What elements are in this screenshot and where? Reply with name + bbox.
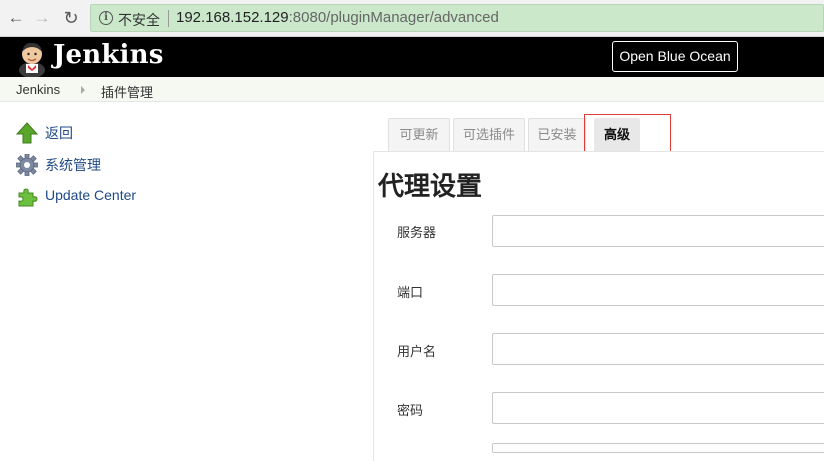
puzzle-piece-icon [18,188,38,207]
tab-updates[interactable]: 可更新 [388,118,450,152]
up-arrow-icon [16,122,38,144]
username-label: 用户名 [397,344,437,359]
port-input[interactable] [492,274,824,306]
proxy-settings-title: 代理设置 [378,171,483,201]
forward-arrow-icon[interactable]: → [30,6,54,30]
url-text[interactable]: 192.168.152.129:8080/pluginManager/advan… [176,9,499,26]
advanced-tab-highlight-box [584,114,671,155]
address-bar[interactable]: i 不安全 192.168.152.129:8080/pluginManager… [90,4,824,32]
breadcrumb-item-jenkins[interactable]: Jenkins [16,82,60,97]
port-label: 端口 [397,285,424,300]
breadcrumb-arrow-icon[interactable] [81,86,85,94]
sidebar-item-label: 系统管理 [45,157,101,173]
breadcrumb: Jenkins 插件管理 [0,77,824,102]
tab-installed[interactable]: 已安装 [528,118,586,152]
tab-available[interactable]: 可选插件 [453,118,525,152]
url-divider [168,10,169,27]
next-field-input[interactable] [492,443,824,453]
jenkins-header: Jenkins Open Blue Ocean [0,37,824,77]
reload-icon[interactable]: ↻ [59,6,83,30]
url-host: 192.168.152.129 [176,9,289,26]
breadcrumb-item-plugin-manager[interactable]: 插件管理 [101,82,153,101]
jenkins-butler-logo-icon[interactable] [14,40,50,77]
sidebar-item-label: 返回 [45,125,73,141]
info-icon[interactable]: i [99,11,113,25]
url-path: :8080/pluginManager/advanced [288,9,499,26]
gear-icon [16,154,38,176]
server-input[interactable] [492,215,824,247]
jenkins-title[interactable]: Jenkins [53,40,164,70]
back-arrow-icon[interactable]: ← [4,6,28,30]
sidebar-item-label: Update Center [45,187,137,203]
username-input[interactable] [492,333,824,365]
server-label: 服务器 [397,225,437,240]
open-blue-ocean-button[interactable]: Open Blue Ocean [612,41,738,72]
password-input[interactable] [492,392,824,424]
browser-toolbar: ← → ↻ i 不安全 192.168.152.129:8080/pluginM… [0,0,824,37]
password-label: 密码 [397,403,424,418]
security-label[interactable]: 不安全 [118,10,160,30]
